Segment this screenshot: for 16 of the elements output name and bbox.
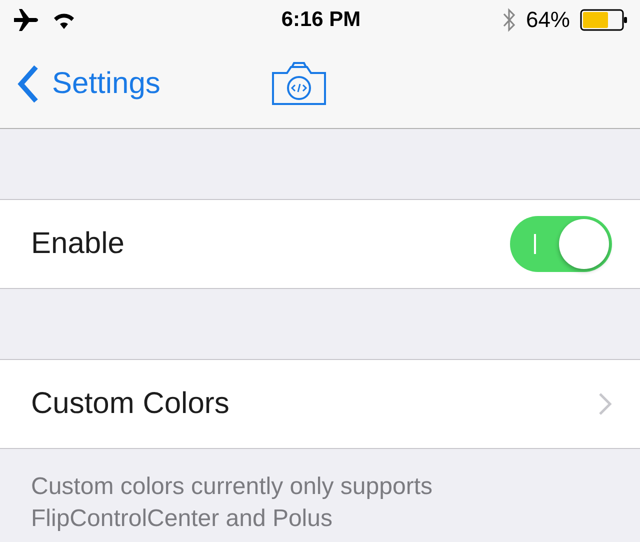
battery-icon [580,9,628,31]
footer-note: Custom colors currently only supports FlipControlCenter and Polus [31,472,434,534]
battery-percent: 64% [526,7,570,33]
airplane-icon [14,9,38,31]
status-time: 6:16 PM [281,8,361,32]
back-button[interactable]: Settings [16,64,160,104]
bluetooth-icon [502,7,516,33]
settings-row[interactable]: Custom Colors [0,359,640,449]
chevron-icon [598,392,612,416]
row-label: Enable [31,227,124,261]
camera-code-icon [270,61,328,107]
wifi-icon [52,11,76,29]
enable-switch[interactable] [510,216,612,272]
back-chevron-icon [16,64,40,104]
row-label: Custom Colors [31,387,230,421]
settings-row[interactable]: Enable [0,199,640,289]
